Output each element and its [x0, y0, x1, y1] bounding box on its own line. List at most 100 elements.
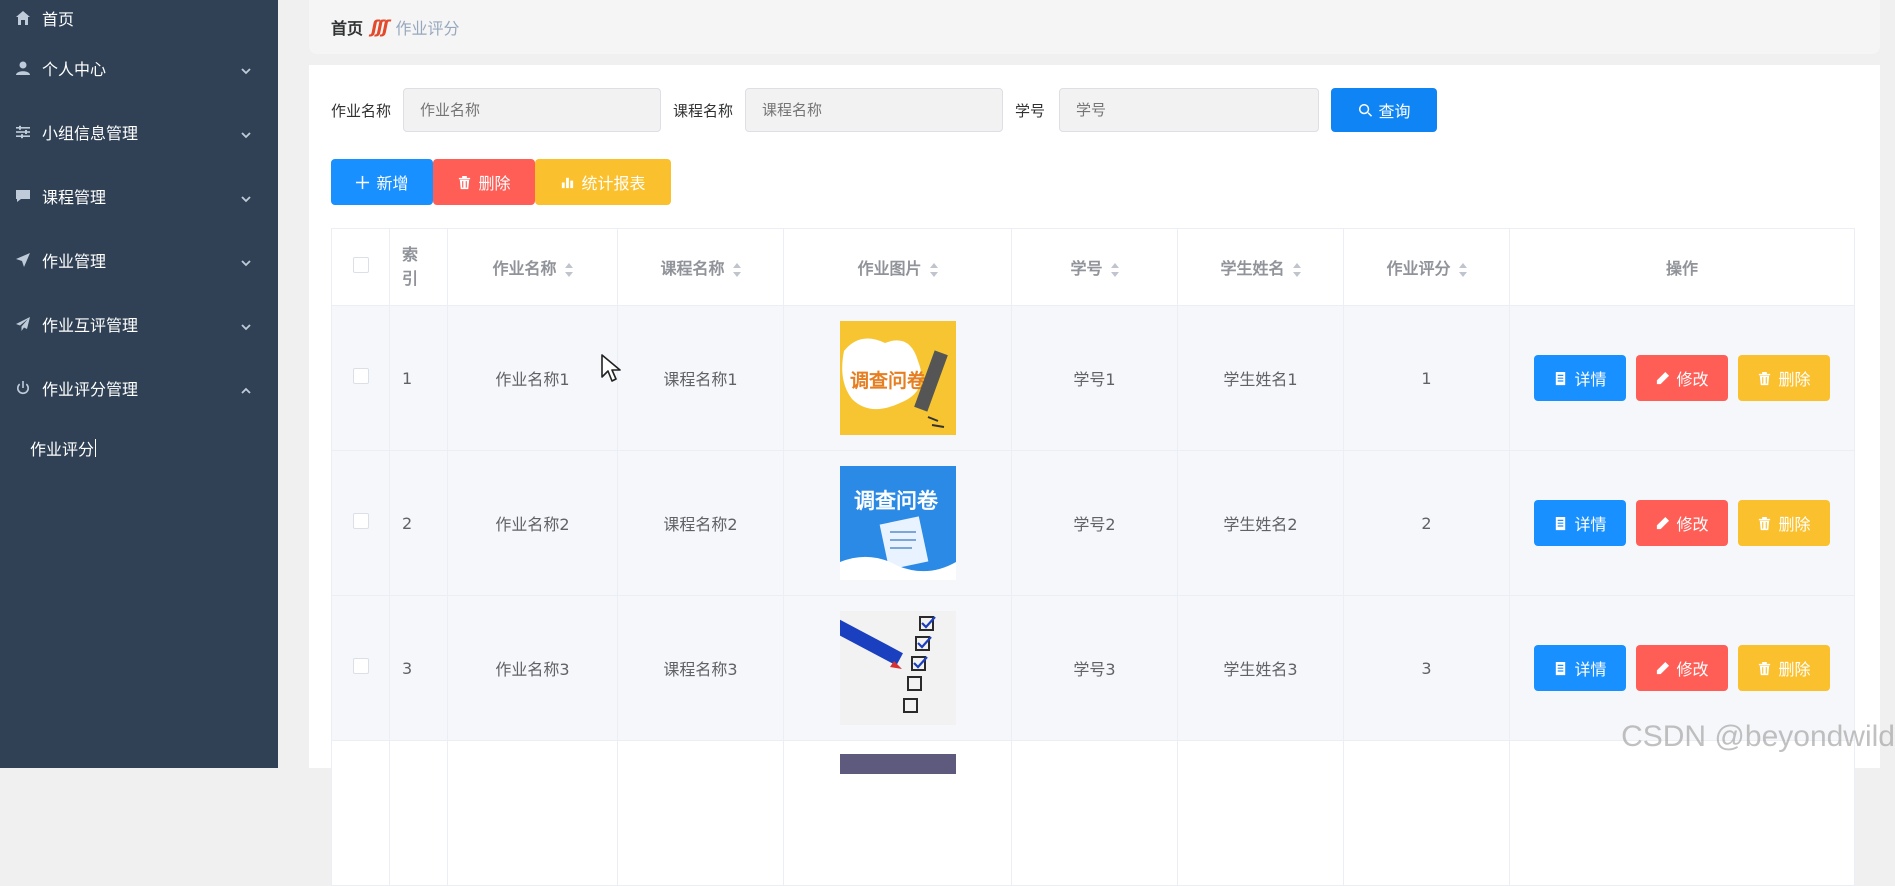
row-checkbox-cell — [331, 305, 390, 451]
header-course-name[interactable]: 课程名称 — [617, 228, 784, 306]
cell-index: 2 — [389, 450, 448, 596]
menu-item-home[interactable]: 首页 — [0, 0, 278, 36]
user-icon — [14, 59, 32, 77]
homework-thumbnail-partial[interactable] — [839, 754, 956, 774]
course-name-input[interactable] — [745, 88, 1004, 132]
detail-button[interactable]: 详情 — [1534, 355, 1626, 401]
row-delete-button[interactable]: 删除 — [1738, 500, 1830, 546]
select-all-checkbox[interactable] — [352, 257, 369, 273]
header-homework-name[interactable]: 作业名称 — [447, 228, 618, 306]
submenu-label: 作业评分 — [30, 440, 95, 459]
sort-icon[interactable] — [1458, 262, 1467, 277]
breadcrumb-current: 作业评分 — [395, 19, 460, 38]
menu-label: 小组信息管理 — [42, 124, 139, 143]
menu-item-course[interactable]: 课程管理 — [0, 164, 278, 228]
home-icon — [14, 9, 32, 27]
svg-text:调查问卷: 调查问卷 — [854, 489, 939, 513]
header-score[interactable]: 作业评分 — [1343, 228, 1510, 306]
menu-label: 课程管理 — [42, 188, 107, 207]
menu-item-group-info[interactable]: 小组信息管理 — [0, 100, 278, 164]
add-button[interactable]: 新增 — [331, 159, 433, 205]
search-button-label: 查询 — [1378, 102, 1411, 121]
sort-icon[interactable] — [564, 262, 573, 277]
homework-name-input[interactable] — [403, 88, 662, 132]
edit-icon — [1657, 371, 1670, 384]
document-icon — [1556, 661, 1566, 675]
cell-student-no: 学号3 — [1011, 595, 1178, 741]
edit-button[interactable]: 修改 — [1636, 355, 1728, 401]
row-checkbox[interactable] — [352, 513, 369, 529]
header-image[interactable]: 作业图片 — [783, 228, 1012, 306]
row-checkbox-cell — [331, 595, 390, 741]
cell-student-name: 学生姓名2 — [1177, 450, 1344, 596]
chevron-down-icon — [240, 62, 252, 75]
chevron-up-icon — [240, 382, 252, 394]
row-delete-button[interactable]: 删除 — [1738, 645, 1830, 691]
student-no-input[interactable] — [1059, 88, 1320, 132]
sort-icon[interactable] — [1110, 262, 1119, 277]
header-index: 索引 — [389, 228, 448, 306]
cell-image: 调查问卷 — [783, 305, 1012, 451]
menu-label: 个人中心 — [42, 60, 107, 79]
paper-plane-icon — [14, 315, 32, 333]
cell-homework-name: 作业名称2 — [447, 450, 618, 596]
cell-index: 3 — [389, 595, 448, 741]
course-name-label: 课程名称 — [673, 101, 734, 120]
sort-icon[interactable] — [732, 262, 741, 277]
breadcrumb: 首页 ʃʃʃ 作业评分 — [309, 0, 1880, 54]
homework-thumbnail[interactable] — [839, 611, 956, 725]
cell-score: 2 — [1343, 450, 1510, 596]
menu-label: 首页 — [42, 10, 75, 29]
cell-student-name: 学生姓名1 — [1177, 305, 1344, 451]
svg-text:调查问卷: 调查问卷 — [850, 369, 927, 392]
chevron-down-icon — [240, 254, 252, 267]
homework-name-label: 作业名称 — [331, 101, 392, 120]
edit-icon — [1657, 661, 1670, 674]
menu-label: 作业评分管理 — [42, 380, 139, 399]
edit-button[interactable]: 修改 — [1636, 500, 1728, 546]
detail-button[interactable]: 详情 — [1534, 645, 1626, 691]
sidebar: 首页 个人中心 小组信息管理 课程管理 作业管理 作业互评管理 作业评分管理 作… — [0, 0, 278, 768]
sort-icon[interactable] — [1292, 262, 1301, 277]
menu-item-homework[interactable]: 作业管理 — [0, 228, 278, 292]
document-icon — [1556, 371, 1566, 385]
menu-item-scoring[interactable]: 作业评分管理 — [0, 356, 278, 420]
chevron-down-icon — [240, 126, 252, 139]
detail-button[interactable]: 详情 — [1534, 500, 1626, 546]
row-checkbox[interactable] — [352, 658, 369, 674]
menu-item-peer-review[interactable]: 作业互评管理 — [0, 292, 278, 356]
header-student-name[interactable]: 学生姓名 — [1177, 228, 1344, 306]
header-ops: 操作 — [1509, 228, 1855, 306]
sort-icon[interactable] — [929, 262, 938, 277]
row-delete-button[interactable]: 删除 — [1738, 355, 1830, 401]
edit-icon — [1657, 516, 1670, 529]
menu-item-personal-center[interactable]: 个人中心 — [0, 36, 278, 100]
delete-button-label: 删除 — [478, 174, 511, 193]
edit-button[interactable]: 修改 — [1636, 645, 1728, 691]
cell-course-name: 课程名称3 — [617, 595, 784, 741]
cell-student-no: 学号2 — [1011, 450, 1178, 596]
power-icon — [14, 379, 32, 397]
row-checkbox[interactable] — [352, 368, 369, 384]
header-student-no[interactable]: 学号 — [1011, 228, 1178, 306]
homework-thumbnail[interactable]: 调查问卷 — [839, 321, 956, 435]
main-panel: 作业名称 课程名称 学号 查询 新增 删除 统计报表 — [309, 65, 1880, 886]
data-table: 索引 作业名称 课程名称 作业图片 学号 学生姓名 作业评分 操作 1 作业名称… — [331, 228, 1855, 886]
report-button[interactable]: 统计报表 — [535, 159, 671, 205]
submenu-item-homework-score[interactable]: 作业评分 — [0, 420, 278, 476]
menu-label: 作业互评管理 — [42, 316, 139, 335]
breadcrumb-home[interactable]: 首页 — [331, 15, 363, 39]
chat-icon — [14, 187, 32, 205]
add-button-label: 新增 — [376, 174, 409, 193]
sliders-icon — [14, 123, 32, 141]
row-checkbox-cell — [331, 450, 390, 596]
cell-score: 1 — [1343, 305, 1510, 451]
delete-button[interactable]: 删除 — [433, 159, 535, 205]
trash-icon — [1759, 371, 1771, 385]
homework-thumbnail[interactable]: 调查问卷 — [839, 466, 956, 580]
cell-ops: 详情 修改 删除 — [1509, 450, 1855, 596]
trash-icon — [1759, 661, 1771, 675]
search-button[interactable]: 查询 — [1331, 88, 1438, 132]
plus-icon — [356, 175, 370, 189]
chevron-down-icon — [240, 190, 252, 203]
